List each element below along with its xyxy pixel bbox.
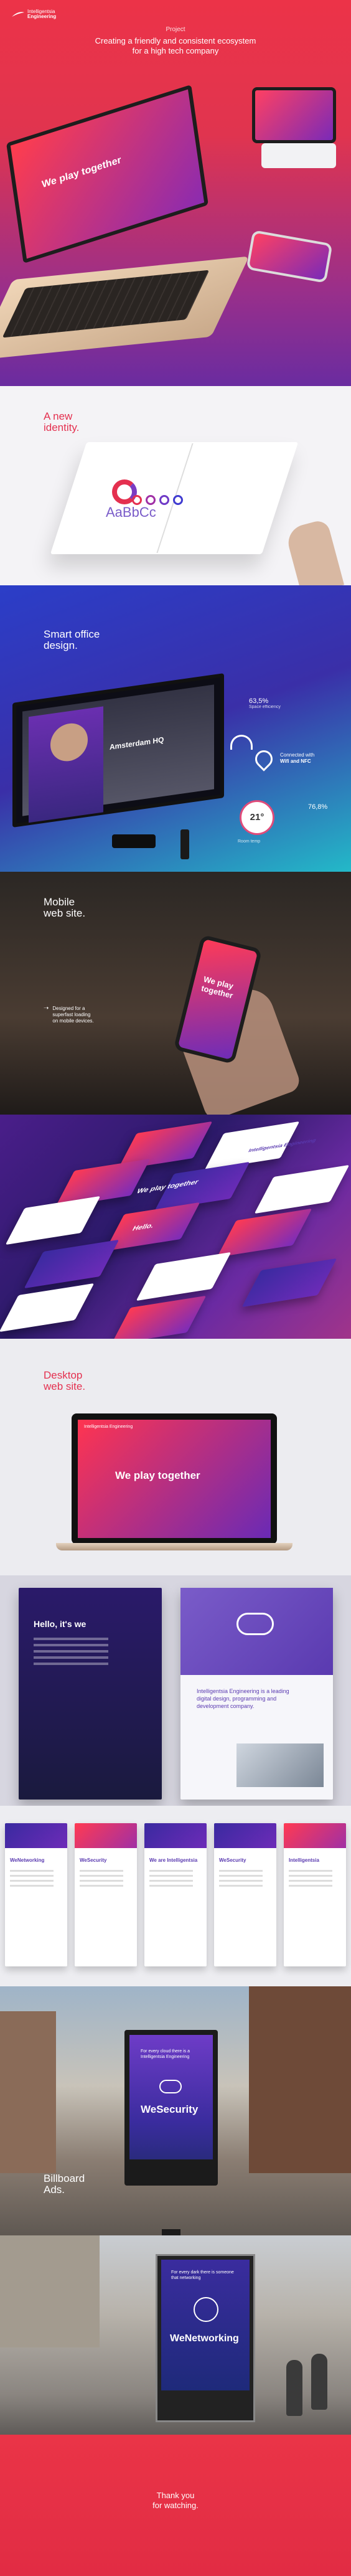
tablet-mockup (252, 87, 336, 143)
temp-label: Room temp (238, 839, 261, 844)
building (249, 1986, 351, 2173)
mobile-section: Mobile web site. ➝ Designed for a superf… (0, 872, 351, 1115)
thanks-section: Thank you for watching. (0, 2435, 351, 2576)
billboard-tagline: For every cloud there is a Intelligentsi… (141, 2049, 190, 2059)
screen-mockup: We are Intelligentsia (144, 1823, 207, 1966)
billboard-brand: WeSecurity (141, 2103, 199, 2115)
macbook-screen: Intelligentsia Engineering We play toget… (78, 1420, 271, 1538)
laptop-headline: We play together (41, 154, 122, 191)
mobile-title: Mobile web site. (44, 896, 86, 919)
mobile-note: ➝ Designed for a superfast loading on mo… (44, 1005, 94, 1024)
desktop-title: Desktop web site. (44, 1369, 86, 1392)
wing-logo-icon (12, 12, 24, 17)
identity-section: A new identity. AaBbCc (0, 386, 351, 585)
thanks-message: Thank you for watching. (152, 2491, 199, 2510)
page-title: Hello, it's we (34, 1619, 87, 1629)
building (0, 2011, 56, 2173)
temperature-gauge: 21° (240, 800, 274, 835)
tablet-stand (261, 143, 336, 168)
color-circles (132, 495, 183, 505)
identity-title: A new identity. (44, 410, 80, 433)
page-intro-text: Intelligentsia Engineering is a leading … (197, 1688, 289, 1709)
desktop-pages-section: Hello, it's we Intelligentsia Engineerin… (0, 1575, 351, 1806)
network-icon (194, 2297, 218, 2322)
screen-mockup: WeSecurity (214, 1823, 276, 1966)
billboard-mockup: For every cloud there is a Intelligentsi… (124, 2030, 218, 2235)
hero-kicker: Project (166, 26, 185, 33)
connected-label: Connected with Wifi and NFC (280, 752, 315, 764)
office-photo (236, 1743, 324, 1787)
screen-mockup: WeNetworking (5, 1823, 67, 1966)
pedestrian (311, 2354, 327, 2410)
site-nav-brand: Intelligentsia Engineering (84, 1425, 133, 1429)
phone-landscape-mockup (246, 230, 333, 283)
hand-holding-book (284, 518, 345, 585)
screen-card (55, 1158, 151, 1208)
tv-screen: Amsterdam HQ (22, 684, 214, 823)
hero-section: Intelligentsia Engineering Project Creat… (0, 0, 351, 386)
screen-card (254, 1164, 350, 1214)
location-pin-icon (251, 747, 276, 771)
busstop-section: For every dark there is someone that net… (0, 2235, 351, 2435)
cloud-icon (159, 2080, 182, 2093)
wifi-icon (230, 735, 253, 750)
screen-mockup: WeSecurity (75, 1823, 137, 1966)
humidity-value: 76,8% (308, 803, 328, 811)
pedestrian (286, 2360, 302, 2416)
apple-tv-box (112, 834, 156, 848)
building (0, 2235, 100, 2347)
hero-title-line-1: Creating a friendly and consistent ecosy… (95, 36, 256, 45)
busstop-brand: WeNetworking (170, 2333, 239, 2344)
hero-title: Project Creating a friendly and consiste… (0, 25, 351, 56)
page-mockup-dark: Hello, it's we (19, 1588, 162, 1800)
page-mockup-light: Intelligentsia Engineering is a leading … (180, 1588, 333, 1800)
typography-sample: AaBbCc (106, 504, 156, 520)
site-headline: We play together (115, 1470, 200, 1481)
person-avatar (50, 720, 88, 764)
billboard-title: Billboard Ads. (44, 2173, 85, 2196)
desktop-section: Desktop web site. Intelligentsia Enginee… (0, 1339, 351, 1575)
tv-remote (180, 829, 189, 859)
busstop-ad-mockup: For every dark there is someone that net… (156, 2254, 255, 2422)
tv-profile-panel (29, 706, 103, 823)
screen-card (241, 1258, 337, 1308)
hero-title-line-2: for a high tech company (132, 46, 219, 55)
smart-office-section: Smart office design. Amsterdam HQ 21° Ro… (0, 585, 351, 872)
mobile-screens-grid: We play together Hello. Intelligentsia E… (0, 1115, 351, 1339)
tv-mockup: Amsterdam HQ (12, 673, 224, 828)
screen-card (111, 1295, 207, 1339)
cloud-icon (236, 1613, 274, 1635)
screen-mockup: Intelligentsia (284, 1823, 346, 1966)
billboard-section: For every cloud there is a Intelligentsi… (0, 1986, 351, 2235)
screen-card (217, 1208, 312, 1258)
screen-card (0, 1283, 95, 1333)
efficiency-stat: 63,5% Space efficiency (249, 697, 281, 709)
room-name: Amsterdam HQ (110, 735, 164, 752)
screen-card (24, 1239, 119, 1289)
desktop-screens-row: WeNetworking WeSecurity We are Intellige… (0, 1806, 351, 1986)
logo-line-2: Engineering (27, 14, 57, 19)
busstop-tagline: For every dark there is someone that net… (171, 2270, 234, 2280)
macbook-mockup: Intelligentsia Engineering We play toget… (72, 1413, 277, 1544)
arrow-right-icon: ➝ (44, 1005, 49, 1012)
office-title: Smart office design. (44, 628, 100, 651)
screen-card (5, 1196, 101, 1245)
laptop-mockup-screen: We play together (6, 84, 208, 264)
macbook-base (56, 1543, 292, 1550)
brand-logo: Intelligentsia Engineering (11, 9, 56, 19)
screen-card (136, 1252, 232, 1301)
